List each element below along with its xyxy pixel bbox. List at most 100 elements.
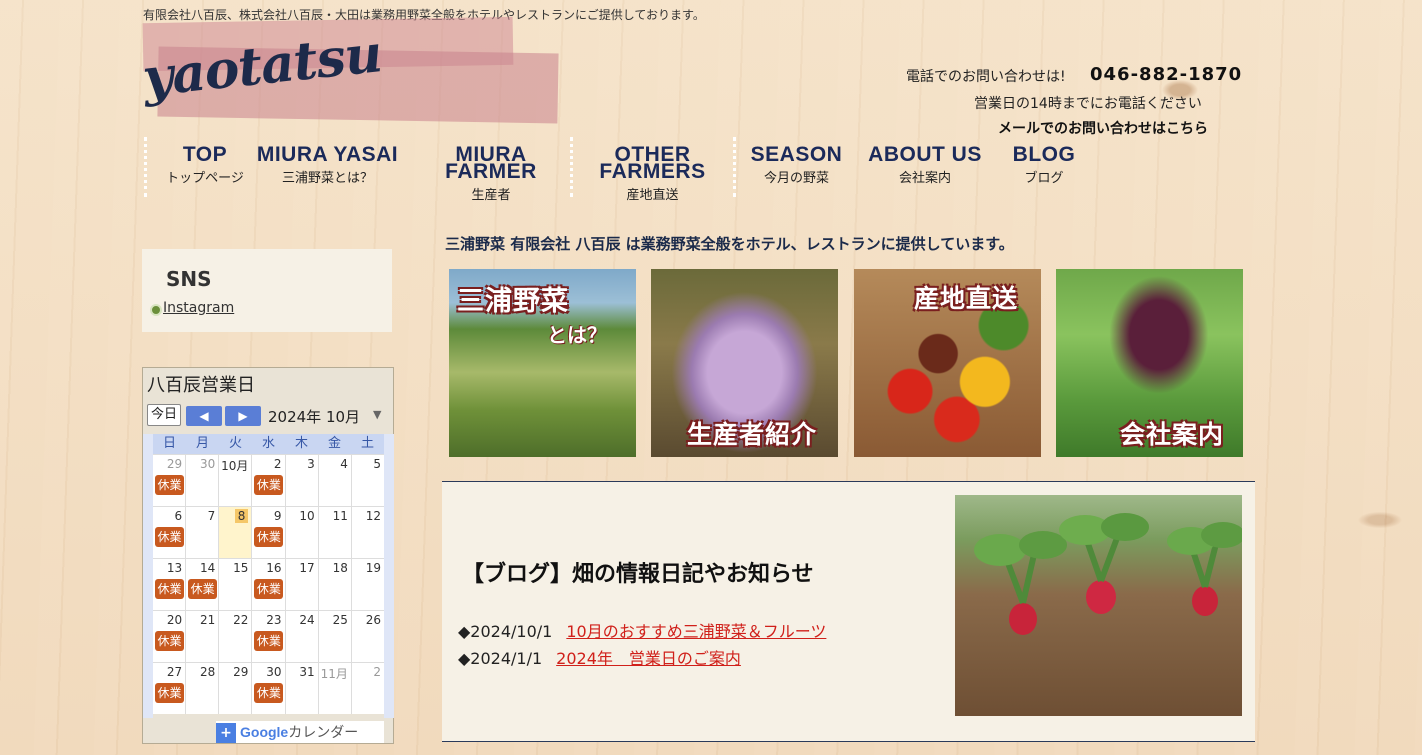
direct-shipping-banner[interactable]: 産地直送 xyxy=(854,269,1041,457)
calendar-day-cell[interactable]: 31 xyxy=(284,663,318,714)
calendar-day-number: 7 xyxy=(207,509,216,523)
blog-section: 【ブログ】畑の情報日記やお知らせ ◆2024/10/1 10月のおすすめ三浦野菜＆… xyxy=(442,481,1255,742)
calendar-day-cell[interactable]: 30 休業 xyxy=(251,663,284,714)
closed-day-event[interactable]: 休業 xyxy=(155,631,184,651)
calendar-day-cell[interactable]: 9 休業 xyxy=(251,507,284,558)
mail-contact-link[interactable]: メールでのお問い合わせはこちら xyxy=(998,118,1208,138)
tile-label: 産地直送 xyxy=(914,284,1019,313)
calendar-day-number: 27 xyxy=(166,665,183,679)
weekday-label: 金 xyxy=(327,436,341,451)
calendar-day-number: 5 xyxy=(373,457,381,471)
calendar-day-cell[interactable]: 11 xyxy=(317,507,351,558)
calendar-day-cell[interactable]: 17 xyxy=(284,559,318,610)
nav-item-top[interactable]: TOP トップページ xyxy=(160,144,250,186)
calendar-day-cell[interactable]: 2 休業 xyxy=(251,455,284,506)
closed-day-event[interactable]: 休業 xyxy=(155,683,184,703)
calendar-day-number: 8 xyxy=(234,509,249,523)
nav-item-about-us[interactable]: ABOUT US 会社案内 xyxy=(866,144,984,186)
calendar-day-cell[interactable]: 21 xyxy=(185,611,218,662)
calendar-day-cell[interactable]: 22 xyxy=(218,611,251,662)
radish-field-image[interactable] xyxy=(955,495,1242,716)
calendar-today-button[interactable]: 今日 xyxy=(147,404,181,426)
closed-day-event[interactable]: 休業 xyxy=(155,475,184,495)
closed-day-event[interactable]: 休業 xyxy=(155,527,184,547)
company-banner[interactable]: 会社案内 xyxy=(1056,269,1243,457)
calendar-day-number: 29 xyxy=(233,665,249,679)
nav-item-blog[interactable]: BLOG ブログ xyxy=(1010,144,1078,186)
calendar-next-button[interactable]: ▶ xyxy=(225,406,261,426)
calendar-week-row: 29 休業 30 10月 2 休業 3 4 5 xyxy=(153,454,384,506)
calendar-day-cell[interactable]: 2 xyxy=(350,663,384,714)
calendar-day-cell[interactable]: 28 xyxy=(185,663,218,714)
calendar-border xyxy=(143,434,153,718)
google-brand: Google xyxy=(240,724,289,740)
phone-number[interactable]: 046-882-1870 xyxy=(1090,64,1242,85)
calendar-day-cell[interactable]: 6 休業 xyxy=(153,507,185,558)
calendar-day-cell[interactable]: 27 休業 xyxy=(153,663,185,714)
closed-day-event[interactable]: 休業 xyxy=(254,683,284,703)
calendar-day-cell[interactable]: 13 休業 xyxy=(153,559,185,610)
calendar-day-number: 31 xyxy=(299,665,315,679)
sns-title: SNS xyxy=(166,267,212,291)
calendar-month-label: 2024年 10月 xyxy=(268,408,361,426)
calendar-day-number: 25 xyxy=(332,613,348,627)
blog-post-link[interactable]: 10月のおすすめ三浦野菜＆フルーツ xyxy=(566,622,826,641)
nav-item-season[interactable]: SEASON 今月の野菜 xyxy=(749,144,844,186)
nav-item-miura-yasai[interactable]: MIURA YASAI 三浦野菜とは？ xyxy=(250,144,405,186)
calendar-day-cell[interactable]: 11月 xyxy=(317,663,351,714)
calendar-day-cell[interactable]: 16 休業 xyxy=(251,559,284,610)
chevron-down-icon[interactable]: ▼ xyxy=(373,408,381,421)
calendar-day-cell[interactable]: 23 休業 xyxy=(251,611,284,662)
calendar-day-cell[interactable]: 3 xyxy=(284,455,318,506)
blog-post-link[interactable]: 2024年 営業日のご案内 xyxy=(556,649,741,668)
nav-item-miura-farmer[interactable]: MIURA FARMER 生産者 xyxy=(432,144,550,203)
blog-post-row: ◆2024/1/1 2024年 営業日のご案内 xyxy=(458,645,741,669)
calendar-day-cell[interactable]: 8 xyxy=(218,507,252,558)
weekday-label: 月 xyxy=(195,436,209,451)
calendar-grid: 日 月 火 水 木 金 土 29 休業 30 10月 2 休業 3 4 5 6 休業 7 8 9 休業 10 1… xyxy=(153,434,384,714)
calendar-day-cell[interactable]: 24 xyxy=(284,611,318,662)
calendar-weekday-header: 日 月 火 水 木 金 土 xyxy=(153,434,384,454)
bullet-icon xyxy=(150,304,162,316)
blog-post-date: ◆2024/10/1 xyxy=(458,622,553,641)
google-calendar-button[interactable]: + Googleカレンダー xyxy=(216,721,384,743)
calendar-day-cell[interactable]: 5 xyxy=(350,455,384,506)
calendar-day-cell[interactable]: 7 xyxy=(185,507,218,558)
calendar-day-number: 30 xyxy=(266,665,282,679)
closed-day-event[interactable]: 休業 xyxy=(254,579,284,599)
farmers-banner[interactable]: 生産者紹介 xyxy=(651,269,838,457)
calendar-day-number: 4 xyxy=(340,457,348,471)
calendar-day-cell[interactable]: 14 休業 xyxy=(185,559,218,610)
calendar-day-cell[interactable]: 10月 xyxy=(218,455,251,506)
nav-item-other-farmers[interactable]: OTHER FARMERS 産地直送 xyxy=(590,144,715,203)
sns-widget: SNS Instagram xyxy=(142,249,392,332)
calendar-day-cell[interactable]: 29 xyxy=(218,663,251,714)
calendar-day-cell[interactable]: 25 xyxy=(317,611,351,662)
calendar-day-cell[interactable]: 29 休業 xyxy=(153,455,185,506)
google-calendar-label: カレンダー xyxy=(288,725,359,741)
site-logo[interactable]: yaotatsu xyxy=(140,16,563,124)
calendar-day-number: 28 xyxy=(200,665,216,679)
calendar-day-cell[interactable]: 30 xyxy=(185,455,218,506)
calendar-day-cell[interactable]: 20 休業 xyxy=(153,611,185,662)
calendar-day-cell[interactable]: 26 xyxy=(350,611,384,662)
calendar-day-cell[interactable]: 12 xyxy=(350,507,384,558)
calendar-day-number: 13 xyxy=(166,561,183,575)
calendar-day-cell[interactable]: 10 xyxy=(284,507,318,558)
closed-day-event[interactable]: 休業 xyxy=(155,579,184,599)
calendar-day-cell[interactable]: 4 xyxy=(317,455,351,506)
calendar-day-cell[interactable]: 18 xyxy=(317,559,351,610)
closed-day-event[interactable]: 休業 xyxy=(188,579,218,599)
closed-day-event[interactable]: 休業 xyxy=(254,631,284,651)
weekday-label: 木 xyxy=(294,436,308,451)
calendar-prev-button[interactable]: ◀ xyxy=(186,406,222,426)
calendar-day-number: 2 xyxy=(373,665,381,679)
calendar-day-number: 6 xyxy=(174,509,183,523)
tile-label: 三浦野菜 xyxy=(457,286,569,317)
calendar-day-cell[interactable]: 15 xyxy=(218,559,251,610)
closed-day-event[interactable]: 休業 xyxy=(254,475,284,495)
miura-yasai-banner[interactable]: 三浦野菜 とは？ xyxy=(449,269,636,457)
calendar-day-cell[interactable]: 19 xyxy=(350,559,384,610)
closed-day-event[interactable]: 休業 xyxy=(254,527,284,547)
instagram-link[interactable]: Instagram xyxy=(163,300,234,316)
